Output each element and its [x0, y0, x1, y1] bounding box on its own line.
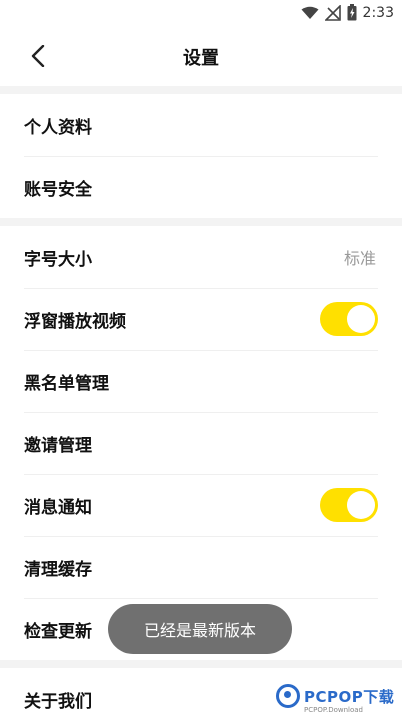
- font-size-value: 标准: [343, 249, 376, 268]
- section-divider: [0, 660, 402, 668]
- setting-label: 消息通知: [24, 497, 92, 518]
- page-title: 设置: [183, 48, 219, 69]
- setting-row-floating-video: 浮窗播放视频: [0, 288, 402, 350]
- settings-section-general: 字号大小 标准 浮窗播放视频 黑名单管理 邀请管理 消息通知 清理缓存 检查更新: [0, 226, 402, 660]
- setting-row-clear-cache[interactable]: 清理缓存: [0, 536, 402, 598]
- setting-row-profile[interactable]: 个人资料: [0, 94, 402, 156]
- floating-video-toggle[interactable]: [320, 302, 378, 336]
- setting-label: 黑名单管理: [24, 373, 109, 394]
- notifications-toggle[interactable]: [320, 488, 378, 522]
- setting-label: 账号安全: [24, 179, 92, 200]
- setting-row-invite[interactable]: 邀请管理: [0, 412, 402, 474]
- settings-section-account: 个人资料 账号安全: [0, 94, 402, 218]
- setting-row-notifications: 消息通知: [0, 474, 402, 536]
- watermark-logo-icon: [276, 684, 300, 708]
- section-divider: [0, 86, 402, 94]
- setting-label: 浮窗播放视频: [24, 311, 126, 332]
- setting-row-account-security[interactable]: 账号安全: [0, 156, 402, 218]
- wifi-icon: [301, 6, 319, 19]
- toggle-knob: [347, 305, 375, 333]
- section-divider: [0, 218, 402, 226]
- watermark-brand: PCPOP下载: [304, 687, 395, 706]
- toast: 已经是最新版本: [108, 604, 292, 654]
- status-bar: 2:33: [0, 0, 402, 28]
- status-icons: 2:33: [301, 4, 394, 21]
- status-time: 2:33: [362, 4, 394, 21]
- watermark-sub: PCPOP.Download: [304, 706, 363, 714]
- setting-label: 个人资料: [24, 117, 92, 138]
- watermark: PCPOP下载 PCPOP.Download: [276, 684, 395, 714]
- setting-label: 字号大小: [24, 249, 92, 270]
- chevron-left-icon: [31, 45, 45, 67]
- no-signal-icon: [324, 4, 341, 21]
- setting-row-font-size[interactable]: 字号大小 标准: [0, 226, 402, 288]
- battery-charging-icon: [347, 4, 357, 21]
- setting-label: 清理缓存: [24, 559, 92, 580]
- toast-text: 已经是最新版本: [143, 621, 256, 640]
- back-button[interactable]: [20, 38, 56, 74]
- header: 设置: [0, 28, 402, 86]
- setting-label: 邀请管理: [24, 435, 92, 456]
- setting-row-blacklist[interactable]: 黑名单管理: [0, 350, 402, 412]
- toggle-knob: [347, 491, 375, 519]
